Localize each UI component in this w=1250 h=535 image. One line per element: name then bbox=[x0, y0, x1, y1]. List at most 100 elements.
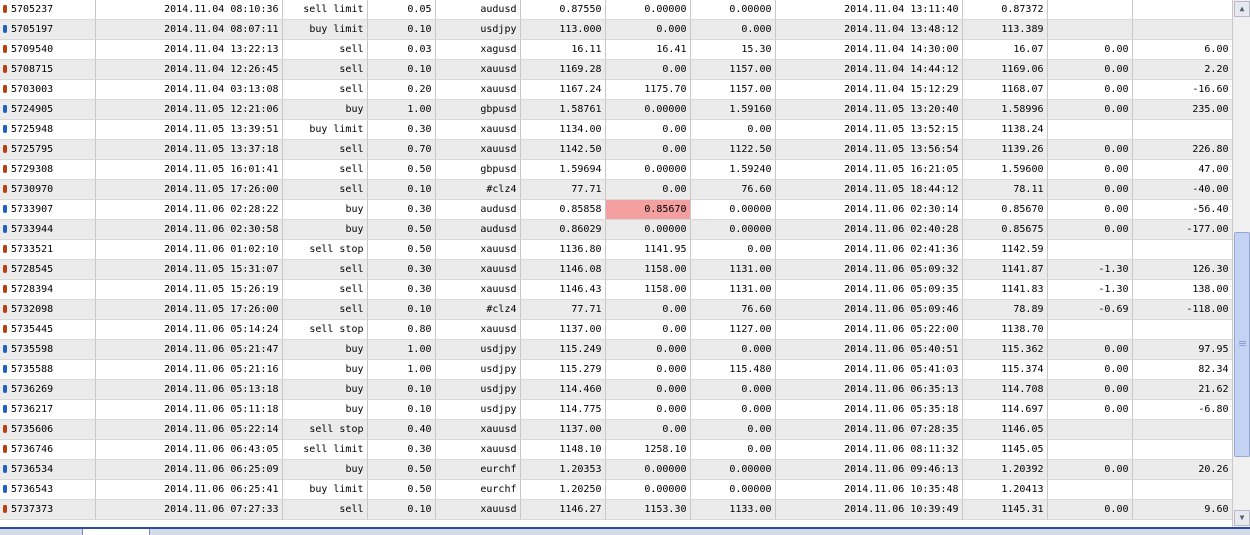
table-row[interactable]: 5705197 2014.11.04 08:07:11 buy limit 0.10 u… bbox=[0, 19, 1232, 40]
table-row[interactable]: 5728394 2014.11.05 15:26:19 sell 0.30 xauusd… bbox=[0, 279, 1232, 300]
ticket-value: 5736217 bbox=[11, 404, 54, 415]
cell-profit: -16.60 bbox=[1132, 79, 1232, 100]
tab-1[interactable] bbox=[0, 529, 88, 535]
close-price-value: 78.89 bbox=[1013, 304, 1044, 315]
table-row[interactable]: 5735598 2014.11.06 05:21:47 buy 1.00 usdjpy 1… bbox=[0, 339, 1232, 360]
cell-ticket: 5728394 bbox=[0, 279, 96, 300]
vertical-scrollbar[interactable]: ▲ ▼ bbox=[1232, 0, 1250, 527]
type-value: sell stop bbox=[309, 244, 364, 255]
tab-2[interactable] bbox=[82, 529, 150, 535]
table-row[interactable]: 5709540 2014.11.04 13:22:13 sell 0.03 xagusd… bbox=[0, 39, 1232, 60]
table-row[interactable]: 5736746 2014.11.06 06:43:05 sell limit 0.30… bbox=[0, 439, 1232, 460]
profit-value: 235.00 bbox=[1192, 104, 1229, 115]
cell-close-time: 2014.11.06 07:28:35 bbox=[775, 419, 963, 440]
ticket-value: 5736269 bbox=[11, 384, 54, 395]
size-value: 0.50 bbox=[407, 484, 432, 495]
table-row[interactable]: 5733521 2014.11.06 01:02:10 sell stop 0.50 x… bbox=[0, 239, 1232, 260]
open-time-value: 2014.11.05 13:39:51 bbox=[164, 124, 279, 135]
arrow-up-icon[interactable]: ▲ bbox=[1234, 1, 1250, 17]
cell-close-price: 1.59600 bbox=[962, 159, 1048, 180]
symbol-value: xauusd bbox=[480, 84, 517, 95]
cell-close-time: 2014.11.06 06:35:13 bbox=[775, 379, 963, 400]
cell-close-price: 114.697 bbox=[962, 399, 1048, 420]
open-time-value: 2014.11.06 06:25:41 bbox=[164, 484, 279, 495]
profit-value: 2.20 bbox=[1204, 64, 1229, 75]
cell-sl: 0.00 bbox=[605, 139, 691, 160]
sl-value: 16.41 bbox=[656, 44, 687, 55]
table-row[interactable]: 5736269 2014.11.06 05:13:18 buy 0.10 usdjpy 1… bbox=[0, 379, 1232, 400]
table-row[interactable]: 5708715 2014.11.04 12:26:45 sell 0.10 xauusd… bbox=[0, 59, 1232, 80]
price-value: 0.86029 bbox=[559, 224, 602, 235]
cell-ticket: 5737373 bbox=[0, 499, 96, 520]
size-value: 0.10 bbox=[407, 384, 432, 395]
table-row[interactable]: 5725795 2014.11.05 13:37:18 sell 0.70 xauusd… bbox=[0, 139, 1232, 160]
table-row[interactable]: 5737373 2014.11.06 07:27:33 sell 0.10 xauusd… bbox=[0, 499, 1232, 520]
swap-value: 0.00 bbox=[1104, 504, 1129, 515]
swap-value: 0.00 bbox=[1104, 64, 1129, 75]
cell-ticket: 5736269 bbox=[0, 379, 96, 400]
table-row[interactable]: 5729308 2014.11.05 16:01:41 sell 0.50 gbpusd… bbox=[0, 159, 1232, 180]
cell-ticket: 5735598 bbox=[0, 339, 96, 360]
cell-open-time: 2014.11.06 06:25:09 bbox=[95, 459, 283, 480]
symbol-value: xauusd bbox=[480, 264, 517, 275]
scroll-thumb[interactable] bbox=[1234, 232, 1250, 457]
cell-type: buy bbox=[282, 359, 368, 380]
table-row[interactable]: 5733944 2014.11.06 02:30:58 buy 0.50 audusd 0… bbox=[0, 219, 1232, 240]
close-price-value: 1146.05 bbox=[1001, 424, 1044, 435]
ticket-value: 5729308 bbox=[11, 164, 54, 175]
table-row[interactable]: 5736534 2014.11.06 06:25:09 buy 0.50 eurchf 1… bbox=[0, 459, 1232, 480]
arrow-down-icon[interactable]: ▼ bbox=[1234, 510, 1250, 526]
cell-profit: 6.00 bbox=[1132, 39, 1232, 60]
cell-size: 0.10 bbox=[367, 299, 436, 320]
sl-value: 0.00 bbox=[662, 124, 687, 135]
cell-sl: 1258.10 bbox=[605, 439, 691, 460]
swap-value: 0.00 bbox=[1104, 164, 1129, 175]
type-value: buy bbox=[345, 344, 364, 355]
cell-sl: 0.00 bbox=[605, 179, 691, 200]
cell-symbol: xauusd bbox=[435, 259, 521, 280]
table-row[interactable]: 5724905 2014.11.05 12:21:06 buy 1.00 gbpusd 1… bbox=[0, 99, 1232, 120]
close-price-value: 0.85670 bbox=[1001, 204, 1044, 215]
table-row[interactable]: 5735445 2014.11.06 05:14:24 sell stop 0.80 x… bbox=[0, 319, 1232, 340]
close-time-value: 2014.11.04 13:48:12 bbox=[844, 24, 959, 35]
ticket-value: 5705237 bbox=[11, 4, 54, 15]
table-row[interactable]: 5725948 2014.11.05 13:39:51 buy limit 0.30 x… bbox=[0, 119, 1232, 140]
cell-close-price: 1146.05 bbox=[962, 419, 1048, 440]
table-row[interactable]: 5736543 2014.11.06 06:25:41 buy limit 0.50 e… bbox=[0, 479, 1232, 500]
close-price-value: 0.85675 bbox=[1001, 224, 1044, 235]
table-row[interactable]: 5705237 2014.11.04 08:10:36 sell limit 0.05… bbox=[0, 0, 1232, 20]
table-row[interactable]: 5736217 2014.11.06 05:11:18 buy 0.10 usdjpy 1… bbox=[0, 399, 1232, 420]
table-row[interactable]: 5735606 2014.11.06 05:22:14 sell stop 0.40 x… bbox=[0, 419, 1232, 440]
swap-value: 0.00 bbox=[1104, 44, 1129, 55]
type-value: sell bbox=[339, 44, 364, 55]
tp-value: 0.00 bbox=[747, 444, 772, 455]
tp-value: 1157.00 bbox=[729, 64, 772, 75]
table-row[interactable]: 5735588 2014.11.06 05:21:16 buy 1.00 usdjpy 1… bbox=[0, 359, 1232, 380]
cell-close-time: 2014.11.06 08:11:32 bbox=[775, 439, 963, 460]
profit-value: 226.80 bbox=[1192, 144, 1229, 155]
cell-profit bbox=[1132, 119, 1232, 140]
cell-type: buy bbox=[282, 379, 368, 400]
cell-type: sell bbox=[282, 39, 368, 60]
table-row[interactable]: 5733907 2014.11.06 02:28:22 buy 0.30 audusd 0… bbox=[0, 199, 1232, 220]
order-type-icon bbox=[3, 505, 7, 513]
type-value: sell stop bbox=[309, 424, 364, 435]
cell-symbol: xauusd bbox=[435, 439, 521, 460]
order-type-icon bbox=[3, 385, 7, 393]
table-row[interactable]: 5728545 2014.11.05 15:31:07 sell 0.30 xauusd… bbox=[0, 259, 1232, 280]
cell-swap: -1.30 bbox=[1047, 259, 1133, 280]
ticket-value: 5733944 bbox=[11, 224, 54, 235]
ticket-value: 5709540 bbox=[11, 44, 54, 55]
table-row[interactable]: 5730970 2014.11.05 17:26:00 sell 0.10 #clz4 7… bbox=[0, 179, 1232, 200]
cell-close-time: 2014.11.06 10:35:48 bbox=[775, 479, 963, 500]
cell-open-time: 2014.11.05 12:21:06 bbox=[95, 99, 283, 120]
cell-ticket: 5708715 bbox=[0, 59, 96, 80]
cell-profit: -6.80 bbox=[1132, 399, 1232, 420]
cell-profit: 138.00 bbox=[1132, 279, 1232, 300]
sl-value: 0.000 bbox=[656, 364, 687, 375]
cell-price: 1.59694 bbox=[520, 159, 606, 180]
profit-value: 9.60 bbox=[1204, 504, 1229, 515]
table-row[interactable]: 5703003 2014.11.04 03:13:08 sell 0.20 xauusd… bbox=[0, 79, 1232, 100]
table-row[interactable]: 5732098 2014.11.05 17:26:00 sell 0.10 #clz4 7… bbox=[0, 299, 1232, 320]
cell-swap: -1.30 bbox=[1047, 279, 1133, 300]
